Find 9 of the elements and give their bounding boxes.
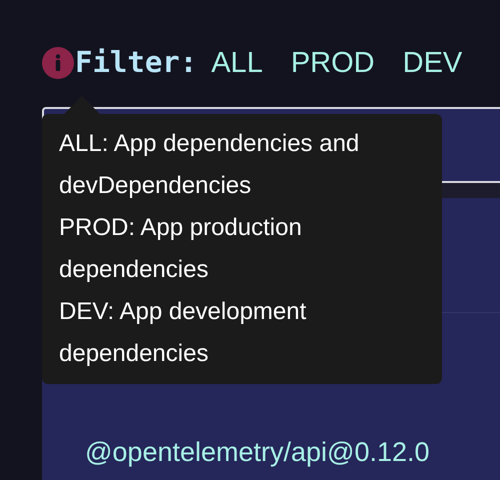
filter-tab[interactable]: ALL — [211, 48, 263, 78]
info-icon[interactable] — [42, 47, 74, 79]
tooltip-text: ALL: App dependencies and devDependencies — [59, 129, 360, 201]
filter-tab[interactable]: DEV — [402, 48, 462, 78]
package-name[interactable]: @opentelemetry/api@0.12.0 — [85, 439, 500, 466]
filter-label: Filter: — [75, 44, 198, 82]
tooltip-text: PROD: App production dependencies — [59, 213, 303, 285]
filter-tab[interactable]: PROD — [290, 48, 375, 78]
tooltip-text: DEV: App development dependencies — [59, 297, 308, 369]
